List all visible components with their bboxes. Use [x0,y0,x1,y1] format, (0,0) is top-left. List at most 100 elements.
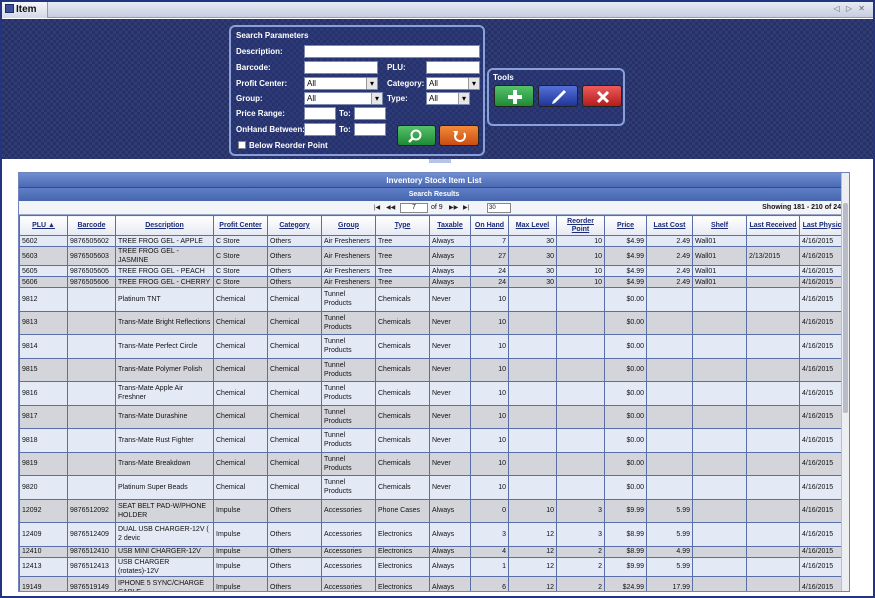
table-row[interactable]: 9814 Trans-Mate Perfect Circle Chemical Che… [19,334,849,359]
table-cell: 10 [470,334,509,359]
table-cell [556,428,605,453]
column-header[interactable]: Last Received [746,215,800,236]
table-row[interactable]: 12410 9876512410 USB MINI CHARGER-12V Impul… [19,545,849,558]
onhand-max-input[interactable] [354,123,386,136]
table-row[interactable]: 12092 9876512092 SEAT BELT PAD-W/PHONE HOL… [19,498,849,523]
profit-center-select[interactable]: All [304,77,378,90]
table-cell: Accessories [321,545,376,558]
table-cell: Electronics [375,556,430,577]
delete-button[interactable] [582,85,622,107]
type-select[interactable]: All [426,92,470,105]
column-header[interactable]: Category [267,215,322,236]
table-cell: Tunnel Products [321,451,376,476]
table-cell [508,334,557,359]
table-cell: Always [429,545,471,558]
first-page-icon[interactable]: |◀ [374,204,380,211]
table-cell [692,498,747,523]
table-cell: 12 [508,545,557,558]
description-input[interactable] [304,45,480,58]
table-cell: $0.00 [604,357,647,382]
table-row[interactable]: 9819 Trans-Mate Breakdown Chemical Chemical… [19,451,849,476]
page-count: of 9 [431,204,443,211]
column-header[interactable]: Description [115,215,214,236]
page-size-select[interactable]: 30 [487,203,511,213]
table-cell: Impulse [213,498,268,523]
table-cell: C Store [213,276,268,288]
column-header[interactable]: Shelf [692,215,747,236]
page-number-input[interactable]: 7 [400,203,428,213]
table-cell: Chemical [213,404,268,429]
price-min-input[interactable] [304,107,336,120]
table-cell: TREE FROG GEL - JASMINE [115,246,214,266]
table-row[interactable]: 12409 9876512409 DUAL USB CHARGER-12V ( 2 … [19,522,849,547]
vertical-scrollbar[interactable] [841,173,849,591]
table-cell: 12409 [19,522,68,547]
plu-input[interactable] [426,61,480,74]
table-cell: 3 [470,522,509,547]
table-cell: Chemical [213,451,268,476]
table-row[interactable]: 5602 9876505602 TREE FROG GEL - APPLE C Sto… [19,235,849,247]
table-cell: 30 [508,235,557,247]
table-row[interactable]: 5605 9876505605 TREE FROG GEL - PEACH C Sto… [19,265,849,277]
table-cell: Electronics [375,545,430,558]
table-cell: 9876512092 [67,498,116,523]
table-cell [746,451,800,476]
column-header[interactable]: Price [604,215,647,236]
table-cell: Always [429,246,471,266]
table-cell: 1 [470,556,509,577]
table-cell: 24 [470,265,509,277]
reset-icon [453,131,466,142]
table-row[interactable]: 9817 Trans-Mate Durashine Chemical Chemical… [19,404,849,429]
group-label: Group: [236,94,263,103]
price-max-input[interactable] [354,107,386,120]
onhand-min-input[interactable] [304,123,336,136]
table-cell [746,498,800,523]
column-header[interactable]: Max Level [508,215,557,236]
table-row[interactable]: 191499876519149IPHONE 5 SYNC/CHARGE CABL… [19,575,849,591]
barcode-input[interactable] [304,61,378,74]
table-row[interactable]: 9813 Trans-Mate Bright Reflections Chemica… [19,310,849,335]
column-header[interactable]: Group [321,215,376,236]
next-page-icon[interactable]: ▶▶ [449,204,458,211]
prev-page-icon[interactable]: ◀◀ [386,204,395,211]
last-page-icon[interactable]: ▶| [463,204,469,211]
table-row[interactable]: 12413 9876512413 USB CHARGER (rotates)-12V… [19,556,849,577]
table-row[interactable]: 5606 9876505606 TREE FROG GEL - CHERRY C St… [19,276,849,288]
table-row[interactable]: 9816 Trans-Mate Apple Air Freshner Chemica… [19,381,849,406]
table-row[interactable]: 5603 9876505603 TREE FROG GEL - JASMINE C S… [19,246,849,266]
header-collapse-handle[interactable] [429,159,451,163]
table-row[interactable]: 9815 Trans-Mate Polymer Polish Chemical Che… [19,357,849,382]
group-select[interactable]: All [304,92,383,105]
table-row[interactable]: 9820 Platinum Super Beads Chemical Chemical… [19,475,849,500]
table-row[interactable]: 9818 Trans-Mate Rust Fighter Chemical Chemi… [19,428,849,453]
column-header[interactable]: Barcode [67,215,116,236]
table-cell: 5.99 [646,556,693,577]
category-select[interactable]: All [426,77,480,90]
column-header[interactable]: On Hand [470,215,509,236]
reset-button[interactable] [439,125,479,146]
column-header[interactable]: Reorder Point [556,215,605,236]
search-icon [408,129,422,143]
table-cell: DUAL USB CHARGER-12V ( 2 devic [115,522,214,547]
column-header[interactable]: Taxable [429,215,471,236]
column-header[interactable]: Profit Center [213,215,268,236]
column-header[interactable]: Type [375,215,430,236]
below-reorder-checkbox[interactable] [238,141,246,149]
table-cell: Chemical [267,334,322,359]
table-cell [556,475,605,500]
table-cell [67,451,116,476]
search-button[interactable] [397,125,436,146]
tools-panel: Tools [487,68,625,126]
table-cell: Wall01 [692,276,747,288]
column-header[interactable]: Last Cost [646,215,693,236]
window-controls[interactable]: ◁ ▷ ✕ [834,4,867,13]
column-header[interactable]: PLU ▲ [19,215,68,236]
edit-button[interactable] [538,85,578,107]
add-button[interactable] [494,85,534,107]
table-cell [692,475,747,500]
window-tab[interactable]: Item [2,2,48,18]
table-cell: Chemicals [375,357,430,382]
table-cell [556,334,605,359]
table-row[interactable]: 9812 Platinum TNT Chemical Chemical Tunnel P… [19,287,849,312]
scrollbar-thumb[interactable] [843,203,848,413]
